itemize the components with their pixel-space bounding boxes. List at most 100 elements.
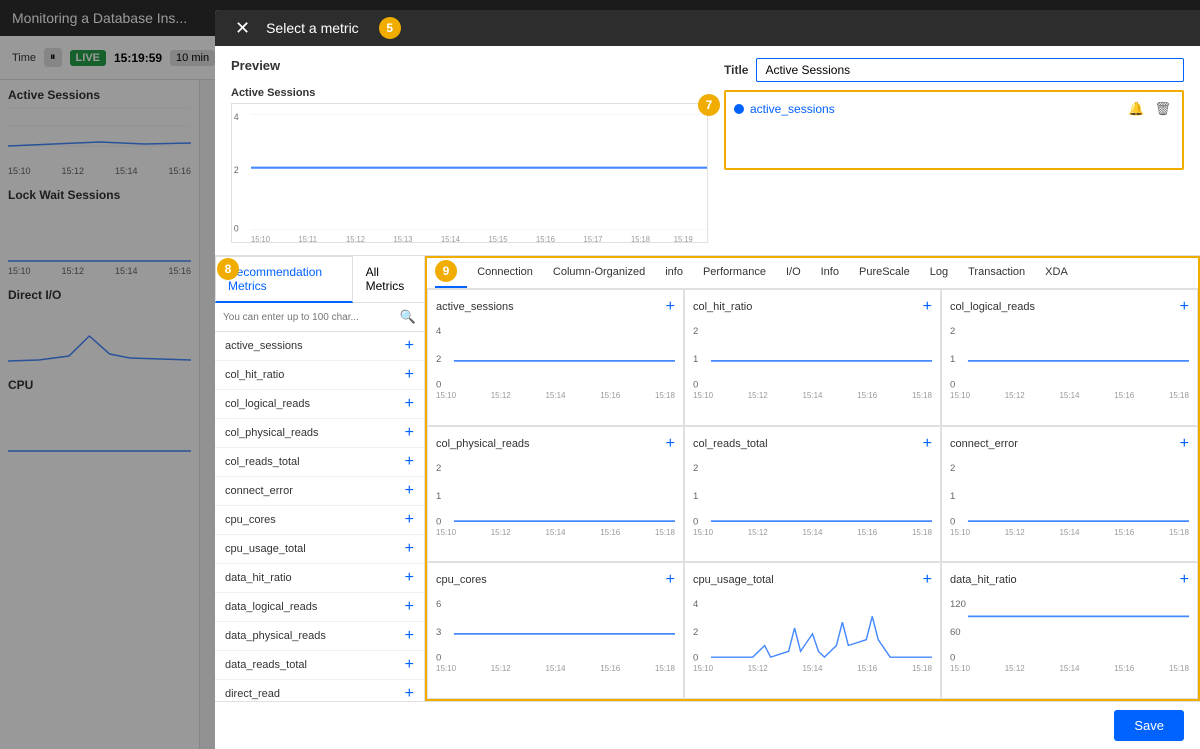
card-add-button[interactable]: +: [923, 435, 932, 453]
list-item[interactable]: data_hit_ratio+: [215, 564, 424, 593]
svg-text:1: 1: [693, 491, 698, 502]
metric-card-cpu-usage-total: cpu_usage_total + 4 2 0 1: [684, 562, 941, 699]
list-item[interactable]: cpu_usage_total+: [215, 535, 424, 564]
svg-text:4: 4: [234, 111, 239, 122]
svg-text:1: 1: [436, 491, 441, 502]
svg-text:0: 0: [693, 653, 698, 663]
svg-text:2: 2: [693, 463, 698, 474]
card-add-button[interactable]: +: [923, 298, 932, 316]
card-header: data_hit_ratio +: [950, 571, 1189, 589]
list-item[interactable]: data_reads_total+: [215, 651, 424, 680]
tab-connection[interactable]: Connection: [467, 258, 543, 288]
add-icon[interactable]: +: [405, 366, 414, 384]
add-icon[interactable]: +: [405, 540, 414, 558]
card-header: col_physical_reads +: [436, 435, 675, 453]
metric-card-data-hit-ratio: data_hit_ratio + 120 60 0: [941, 562, 1198, 699]
metric-card-connect-error: connect_error + 2 1 0 15:: [941, 426, 1198, 563]
metric-label: direct_read: [225, 688, 280, 700]
add-icon[interactable]: +: [405, 337, 414, 355]
card-add-button[interactable]: +: [666, 298, 675, 316]
svg-text:2: 2: [436, 354, 441, 365]
svg-text:0: 0: [950, 516, 955, 526]
card-title: col_reads_total: [693, 438, 768, 450]
tab-xda[interactable]: XDA: [1035, 258, 1078, 288]
list-item[interactable]: col_hit_ratio+: [215, 361, 424, 390]
metric-card-active-sessions: active_sessions + 4 2 0 1: [427, 289, 684, 426]
svg-text:3: 3: [436, 627, 441, 638]
add-icon[interactable]: +: [405, 598, 414, 616]
card-add-button[interactable]: +: [923, 571, 932, 589]
card-chart: 2 1 0: [950, 457, 1189, 527]
title-input[interactable]: [756, 58, 1184, 82]
list-item[interactable]: connect_error+: [215, 477, 424, 506]
svg-text:0: 0: [950, 380, 955, 390]
metric-label: col_reads_total: [225, 456, 300, 468]
tab-purescale[interactable]: PureScale: [849, 258, 920, 288]
add-icon[interactable]: +: [405, 395, 414, 413]
step-7-badge: 7: [698, 94, 720, 116]
tab-performance[interactable]: Performance: [693, 258, 776, 288]
svg-text:4: 4: [436, 326, 441, 337]
select-metric-modal: ✕ Select a metric 5 Preview Active Sessi…: [215, 10, 1200, 749]
metrics-grid: active_sessions + 4 2 0 1: [427, 289, 1198, 699]
svg-text:15:12: 15:12: [346, 235, 365, 242]
card-chart: 4 2 0: [693, 593, 932, 663]
metric-delete-button[interactable]: 🗑: [1151, 100, 1174, 118]
tab-transaction[interactable]: Transaction: [958, 258, 1035, 288]
add-icon[interactable]: +: [405, 482, 414, 500]
step-5-badge: 5: [379, 17, 401, 39]
tab-column-organized[interactable]: Column-Organized: [543, 258, 655, 288]
card-add-button[interactable]: +: [1180, 571, 1189, 589]
metric-label: data_logical_reads: [225, 601, 317, 613]
list-item[interactable]: col_reads_total +: [215, 448, 424, 477]
card-title: active_sessions: [436, 301, 514, 313]
card-add-button[interactable]: +: [666, 435, 675, 453]
add-icon[interactable]: +: [405, 424, 414, 442]
list-item[interactable]: data_physical_reads+: [215, 622, 424, 651]
tab-log[interactable]: Log: [920, 258, 958, 288]
metric-card-col-hit-ratio: col_hit_ratio + 2 1 0 15:: [684, 289, 941, 426]
card-chart: 6 3 0: [436, 593, 675, 663]
list-item[interactable]: active_sessions+: [215, 332, 424, 361]
list-item[interactable]: col_physical_reads +: [215, 419, 424, 448]
card-add-button[interactable]: +: [666, 571, 675, 589]
metrics-search-bar: 🔍: [215, 303, 424, 332]
save-button[interactable]: Save: [1114, 710, 1184, 741]
metric-item-active-sessions: active_sessions 🔔 🗑: [734, 98, 1174, 120]
list-item[interactable]: data_logical_reads +: [215, 593, 424, 622]
add-icon[interactable]: +: [405, 569, 414, 587]
tab-info-upper[interactable]: Info: [811, 258, 849, 288]
svg-text:120: 120: [950, 599, 966, 610]
add-icon[interactable]: +: [405, 453, 414, 471]
tab-info-lower[interactable]: info: [655, 258, 693, 288]
x-labels: 15:1015:1215:1415:1615:18: [950, 664, 1189, 673]
card-add-button[interactable]: +: [1180, 435, 1189, 453]
list-item[interactable]: cpu_cores+: [215, 506, 424, 535]
preview-left: Preview Active Sessions 4 2 0: [231, 58, 708, 243]
modal-close-button[interactable]: ✕: [231, 19, 254, 37]
metric-label: col_physical_reads: [225, 427, 319, 439]
tab-io[interactable]: I/O: [776, 258, 811, 288]
svg-text:60: 60: [950, 627, 961, 638]
svg-text:2: 2: [950, 463, 955, 474]
list-item[interactable]: col_logical_reads+: [215, 390, 424, 419]
add-icon[interactable]: +: [405, 511, 414, 529]
metric-card-cpu-cores: cpu_cores + 6 3 0 15:1015: [427, 562, 684, 699]
preview-chart-title: Active Sessions: [231, 87, 708, 99]
svg-text:15:17: 15:17: [584, 235, 603, 242]
card-add-button[interactable]: +: [1180, 298, 1189, 316]
card-header: cpu_usage_total +: [693, 571, 932, 589]
metrics-search-input[interactable]: [223, 312, 396, 323]
add-icon[interactable]: +: [405, 685, 414, 701]
add-icon[interactable]: +: [405, 627, 414, 645]
metric-bell-button[interactable]: 🔔: [1125, 100, 1147, 118]
metric-dot: [734, 104, 744, 114]
add-icon[interactable]: +: [405, 656, 414, 674]
svg-text:1: 1: [950, 491, 955, 502]
svg-text:15:18: 15:18: [631, 235, 650, 242]
list-item[interactable]: direct_read +: [215, 680, 424, 701]
tab-all-metrics[interactable]: All Metrics: [353, 256, 424, 302]
card-chart: 2 1 0: [693, 320, 932, 390]
svg-text:2: 2: [234, 165, 239, 176]
svg-text:2: 2: [693, 627, 698, 638]
